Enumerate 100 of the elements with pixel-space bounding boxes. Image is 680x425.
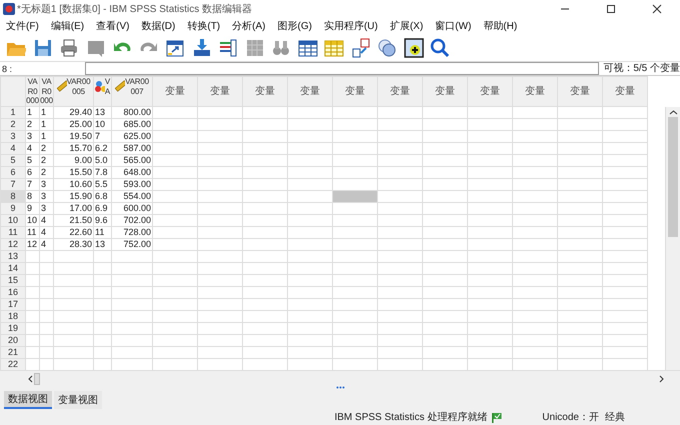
- table-cell: 593.00: [112, 178, 152, 190]
- row-number[interactable]: 5: [0, 154, 26, 166]
- menu-item[interactable]: 文件(F): [0, 18, 45, 35]
- table-cell: 728.00: [112, 226, 152, 238]
- table-cell: 17.00: [54, 202, 94, 214]
- table-cell: 19.50: [54, 130, 94, 142]
- table-cell: 6.2: [94, 142, 112, 154]
- row-number[interactable]: 22: [0, 358, 26, 370]
- search-icon: [430, 38, 450, 58]
- row-number[interactable]: 4: [0, 142, 26, 154]
- table-cell: 15.70: [54, 142, 94, 154]
- row-number[interactable]: 2: [0, 118, 26, 130]
- table-cell: 5.5: [94, 178, 112, 190]
- column-header[interactable]: 变量: [165, 86, 185, 96]
- column-header[interactable]: 变量: [390, 86, 410, 96]
- table-cell: 1: [40, 106, 54, 118]
- row-number[interactable]: 15: [0, 274, 26, 286]
- column-header[interactable]: 变量: [345, 86, 365, 96]
- scroll-left-icon[interactable]: [26, 374, 34, 384]
- row-number[interactable]: 8: [0, 190, 26, 202]
- view-tab[interactable]: 数据视图: [4, 391, 52, 409]
- window-title: *无标题1 [数据集0] - IBM SPSS Statistics 数据编辑器: [17, 2, 254, 16]
- menu-item[interactable]: 图形(G): [271, 18, 318, 35]
- row-number[interactable]: 17: [0, 298, 26, 310]
- row-number[interactable]: 13: [0, 250, 26, 262]
- maximize-icon: [606, 4, 616, 14]
- menu-item[interactable]: 分析(A): [226, 18, 272, 35]
- row-number[interactable]: 1: [0, 106, 26, 118]
- status-message: IBM SPSS Statistics 处理程序就绪: [334, 410, 488, 425]
- table-cell: 648.00: [112, 166, 152, 178]
- plus-panel-icon: [404, 38, 424, 58]
- active-cell[interactable]: [332, 190, 378, 202]
- row-number[interactable]: 9: [0, 202, 26, 214]
- unicode-status: Unicode：开: [542, 411, 599, 425]
- table-cell: 600.00: [112, 202, 152, 214]
- table-cell: 4: [40, 226, 54, 238]
- table-cell: 9: [26, 202, 40, 214]
- table-cell: 3: [40, 190, 54, 202]
- save-icon: [32, 38, 52, 58]
- menu-item[interactable]: 窗口(W): [429, 18, 478, 35]
- table-cell: 5: [26, 154, 40, 166]
- table-cell: 9.00: [54, 154, 94, 166]
- menu-item[interactable]: 扩展(X): [384, 18, 430, 35]
- column-header[interactable]: 变量: [615, 86, 635, 96]
- table-cell: 800.00: [112, 106, 152, 118]
- grid-down-icon: [192, 38, 212, 58]
- row-number[interactable]: 21: [0, 346, 26, 358]
- table-cell: 685.00: [112, 118, 152, 130]
- menu-item[interactable]: 查看(V): [90, 18, 136, 35]
- row-number[interactable]: 10: [0, 214, 26, 226]
- table-cell: 2: [40, 154, 54, 166]
- view-tab[interactable]: 变量视图: [54, 391, 102, 409]
- table-cell: 4: [40, 238, 54, 250]
- menu-item[interactable]: 转换(T): [181, 18, 226, 35]
- dialog-icon: [86, 38, 106, 58]
- table-cell: 3: [40, 202, 54, 214]
- row-number[interactable]: 14: [0, 262, 26, 274]
- column-header[interactable]: VA R0 000: [40, 77, 53, 106]
- cell-reference: 8 :: [1, 62, 14, 76]
- column-header[interactable]: 变量: [300, 86, 320, 96]
- column-header[interactable]: 变量: [255, 86, 275, 96]
- row-number[interactable]: 20: [0, 334, 26, 346]
- table-cell: 7: [26, 178, 40, 190]
- row-number[interactable]: 12: [0, 238, 26, 250]
- table-cell: 4: [26, 142, 40, 154]
- column-header[interactable]: 变量: [525, 86, 545, 96]
- row-number[interactable]: 11: [0, 226, 26, 238]
- menu-item[interactable]: 实用程序(U): [318, 18, 384, 35]
- table-cell: 3: [26, 130, 40, 142]
- row-number[interactable]: 18: [0, 310, 26, 322]
- table-cell: 4: [40, 214, 54, 226]
- menu-item[interactable]: 编辑(E): [44, 18, 90, 35]
- menu-item[interactable]: 帮助(H): [477, 18, 524, 35]
- row-number[interactable]: 7: [0, 178, 26, 190]
- vertical-scrollbar[interactable]: [665, 107, 680, 370]
- table-cell: 7.8: [94, 166, 112, 178]
- column-header[interactable]: VA R0 000: [26, 77, 39, 106]
- table-cell: 2: [26, 118, 40, 130]
- row-number[interactable]: 19: [0, 322, 26, 334]
- scroll-thumb[interactable]: [34, 372, 40, 384]
- column-header[interactable]: 变量: [480, 86, 500, 96]
- row-number[interactable]: 3: [0, 130, 26, 142]
- toolbar-button[interactable]: [402, 36, 426, 60]
- table-cell: 10.60: [54, 178, 94, 190]
- table-cell: 25.00: [54, 118, 94, 130]
- close-icon: [652, 4, 662, 14]
- scroll-right-icon[interactable]: [658, 374, 666, 384]
- row-number[interactable]: 6: [0, 166, 26, 178]
- column-header[interactable]: 变量: [570, 86, 590, 96]
- horizontal-scrollbar[interactable]: [0, 370, 680, 386]
- menu-item[interactable]: 数据(D): [135, 18, 182, 35]
- cell-editor-field[interactable]: [85, 62, 600, 75]
- row-number[interactable]: 16: [0, 286, 26, 298]
- column-header[interactable]: 变量: [435, 86, 455, 96]
- table-cell: 9.6: [94, 214, 112, 226]
- table-cell: 28.30: [54, 238, 94, 250]
- table-cell: 29.40: [54, 106, 94, 118]
- table-cell: 10: [26, 214, 40, 226]
- table-cell: 21.50: [54, 214, 94, 226]
- column-header[interactable]: 变量: [210, 86, 230, 96]
